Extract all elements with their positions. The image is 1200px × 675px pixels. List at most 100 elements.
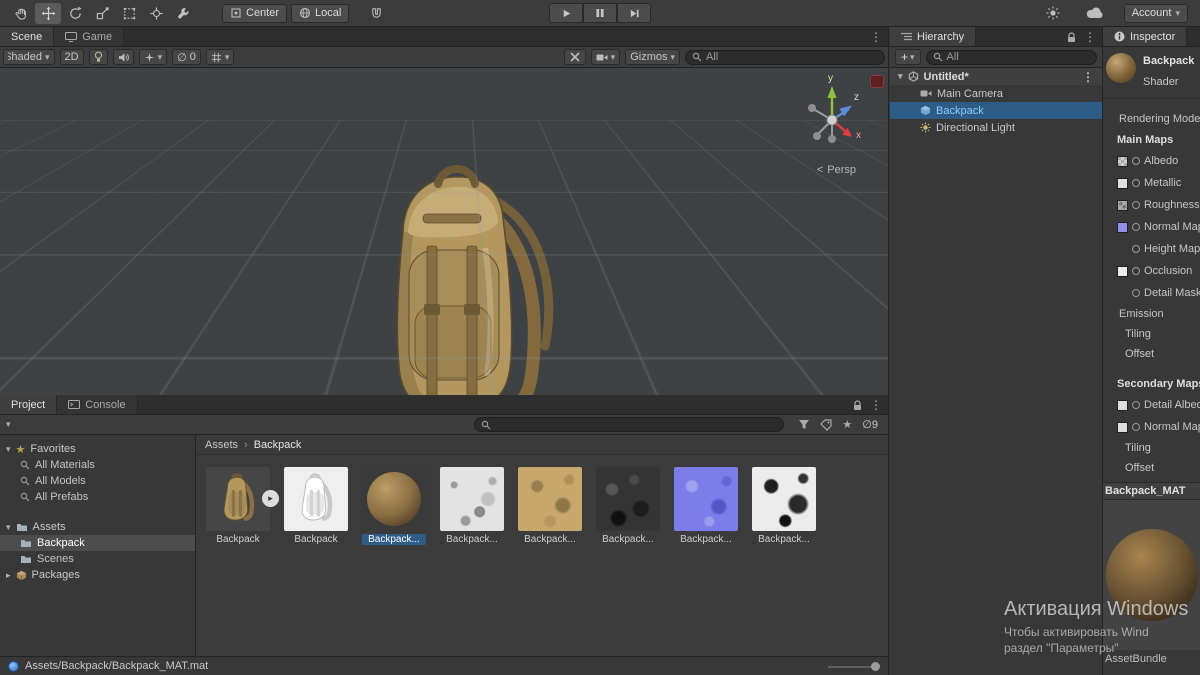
tab-game[interactable]: Game [54,27,125,46]
asset-thumbnail[interactable] [674,467,738,531]
texture-slot-icon[interactable] [1132,289,1140,297]
background-tasks-button[interactable] [1040,3,1066,24]
hierarchy-item-directional-light[interactable]: Directional Light [890,119,1102,136]
height-map-slot[interactable]: Height Map [1103,238,1200,260]
expand-subassets-button[interactable]: ▸ [262,490,279,507]
detail-mask-slot[interactable]: Detail Mask [1103,282,1200,304]
rotate-tool-button[interactable] [62,3,88,24]
asset-item-texture-ao[interactable]: Backpack... [440,467,504,545]
scene-visibility-toggle[interactable]: ∅ 0 [172,49,201,65]
lock-icon[interactable] [853,399,862,411]
sidebar-folder-scenes[interactable]: Scenes [0,551,195,567]
sidebar-item-all-models[interactable]: All Models [0,473,195,489]
asset-item-backpack-material[interactable]: Backpack... [362,467,426,545]
breadcrumb-current[interactable]: Backpack [254,439,302,451]
albedo-slot[interactable]: Albedo [1103,150,1200,172]
detail-albedo-swatch[interactable] [1117,399,1128,411]
rect-tool-button[interactable] [116,3,142,24]
transform-tool-button[interactable] [143,3,169,24]
offset-field[interactable]: Offset [1103,344,1200,364]
panel-menu-icon[interactable]: ⋮ [870,31,882,43]
tab-inspector[interactable]: Inspector [1103,27,1188,46]
secondary-normal-slot[interactable]: Normal Map [1103,416,1200,438]
chevron-down-icon[interactable]: ▾ [6,522,11,532]
chevron-down-icon[interactable]: ▾ [898,72,903,81]
tab-scene[interactable]: Scene [0,27,55,46]
hidden-packages-toggle[interactable]: ∅9 [862,418,878,431]
texture-slot-icon[interactable] [1132,401,1140,409]
roughness-swatch[interactable] [1117,199,1128,211]
breadcrumb-root[interactable]: Assets [205,439,238,451]
secondary-normal-swatch[interactable] [1117,421,1128,433]
normal-map-slot[interactable]: Normal Map [1103,216,1200,238]
texture-slot-icon[interactable] [1132,267,1140,275]
rendering-mode-dropdown[interactable]: Rendering Mode [1103,109,1200,129]
emission-toggle[interactable]: Emission [1103,304,1200,324]
texture-slot-icon[interactable] [1132,179,1140,187]
sidebar-item-all-prefabs[interactable]: All Prefabs [0,489,195,505]
sidebar-item-all-materials[interactable]: All Materials [0,457,195,473]
detail-albedo-slot[interactable]: Detail Albedo [1103,394,1200,416]
projection-toggle[interactable]: < Persp [817,164,856,176]
asset-item-texture-normal[interactable]: Backpack... [674,467,738,545]
occlusion-swatch[interactable] [1117,265,1128,277]
axis-z-label[interactable]: z [854,92,859,103]
tab-console[interactable]: Console [57,395,138,414]
thumbnail-size-slider[interactable] [828,661,880,671]
material-preview-header[interactable]: Backpack_MAT [1103,482,1200,500]
chevron-right-icon[interactable]: ▸ [6,570,11,580]
asset-item-texture-albedo[interactable]: Backpack... [518,467,582,545]
secondary-tiling-field[interactable]: Tiling [1103,438,1200,458]
slider-track[interactable] [828,665,872,668]
chevron-down-icon[interactable]: ▾ [6,444,11,454]
axis-y-label[interactable]: y [828,73,833,84]
account-dropdown[interactable]: Account ▾ [1123,3,1188,23]
scale-tool-button[interactable] [89,3,115,24]
scene-tools-button[interactable] [563,49,586,65]
grid-settings-dropdown[interactable]: ▾ [205,49,235,65]
asset-item-backpack-fbx[interactable]: Backpack [284,467,348,545]
roughness-slot[interactable]: Roughness [1103,194,1200,216]
asset-thumbnail[interactable] [596,467,660,531]
move-tool-button[interactable] [35,2,61,24]
hierarchy-search-input[interactable]: All [925,49,1097,65]
texture-slot-icon[interactable] [1132,157,1140,165]
texture-slot-icon[interactable] [1132,223,1140,231]
metallic-slot[interactable]: Metallic [1103,172,1200,194]
scene-lighting-toggle[interactable] [88,49,108,65]
scene-camera-dropdown[interactable]: ▾ [590,49,621,65]
hierarchy-item-main-camera[interactable]: Main Camera [890,85,1102,102]
snap-settings-button[interactable] [363,3,389,24]
texture-slot-icon[interactable] [1132,201,1140,209]
asset-item-backpack-model[interactable]: ▸ Backpack [206,467,279,545]
backpack-3d-model[interactable] [335,156,570,395]
asset-thumbnail[interactable] [206,467,270,531]
metallic-swatch[interactable] [1117,177,1128,189]
normal-map-swatch[interactable] [1117,221,1128,233]
asset-thumbnail[interactable] [284,467,348,531]
tiling-field[interactable]: Tiling [1103,324,1200,344]
sidebar-folder-backpack[interactable]: Backpack [0,535,195,551]
effects-dropdown[interactable]: ▾ [138,49,168,65]
play-button[interactable] [549,3,583,23]
sidebar-assets-root[interactable]: ▾ Assets [0,519,195,535]
hand-tool-button[interactable] [8,3,34,24]
create-menu-dropdown[interactable]: ▾ [6,420,11,429]
favorites-star-icon[interactable]: ★ [842,418,852,431]
pivot-center-button[interactable]: Center [222,3,288,23]
occlusion-slot[interactable]: Occlusion [1103,260,1200,282]
tab-project[interactable]: Project [0,395,58,414]
assetbundle-bar[interactable]: AssetBundle [1103,650,1200,668]
hierarchy-item-backpack[interactable]: Backpack [890,102,1102,119]
orientation-gizmo[interactable]: y z x [794,73,870,154]
shading-mode-dropdown[interactable]: Shaded▾ [3,49,55,65]
shader-dropdown[interactable]: Shader [1143,76,1194,88]
step-button[interactable] [617,3,651,23]
scene-audio-toggle[interactable] [112,49,134,65]
pause-button[interactable] [583,3,617,23]
panel-menu-icon[interactable]: ⋮ [870,399,882,411]
asset-thumbnail[interactable] [362,467,426,531]
asset-item-texture-roughness[interactable]: Backpack... [752,467,816,545]
gizmo-lock-icon[interactable] [870,75,884,88]
add-object-dropdown[interactable]: + ▾ [895,49,921,65]
